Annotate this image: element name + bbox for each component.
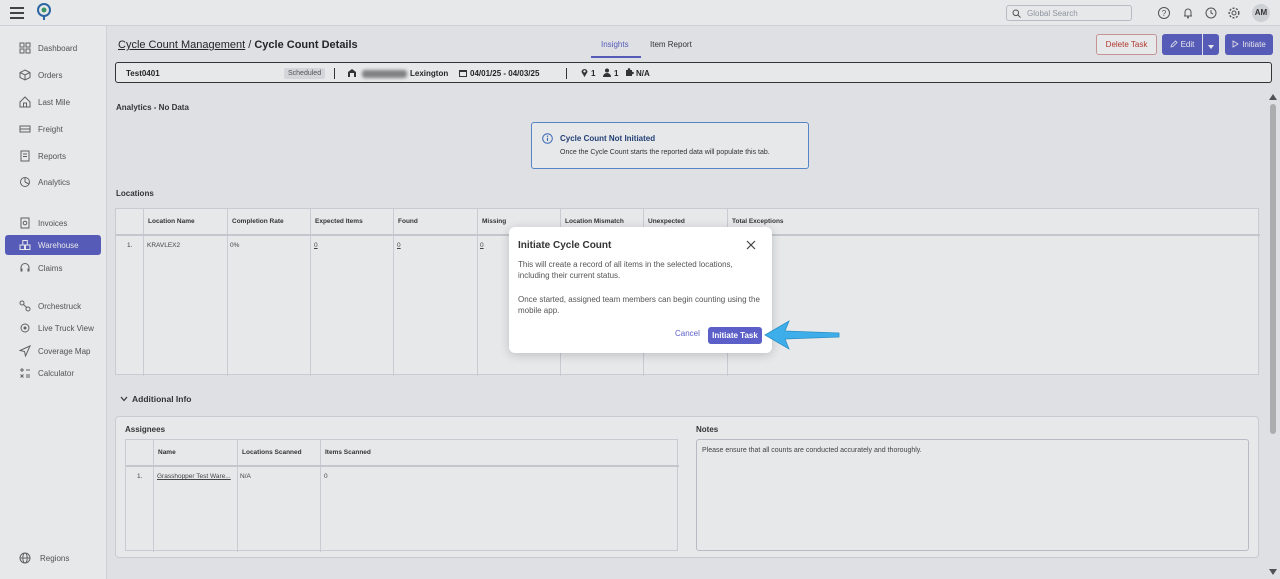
initiate-cycle-count-modal: Initiate Cycle Count This will create a …: [509, 227, 772, 353]
close-icon[interactable]: [745, 239, 757, 251]
modal-title: Initiate Cycle Count: [518, 240, 612, 251]
modal-text: Once started, assigned team members can …: [518, 295, 760, 315]
modal-text: This will create a record of all items i…: [518, 260, 733, 280]
initiate-task-button[interactable]: Initiate Task: [708, 327, 762, 344]
pointer-arrow-icon: [764, 320, 840, 350]
cancel-button[interactable]: Cancel: [675, 329, 700, 338]
